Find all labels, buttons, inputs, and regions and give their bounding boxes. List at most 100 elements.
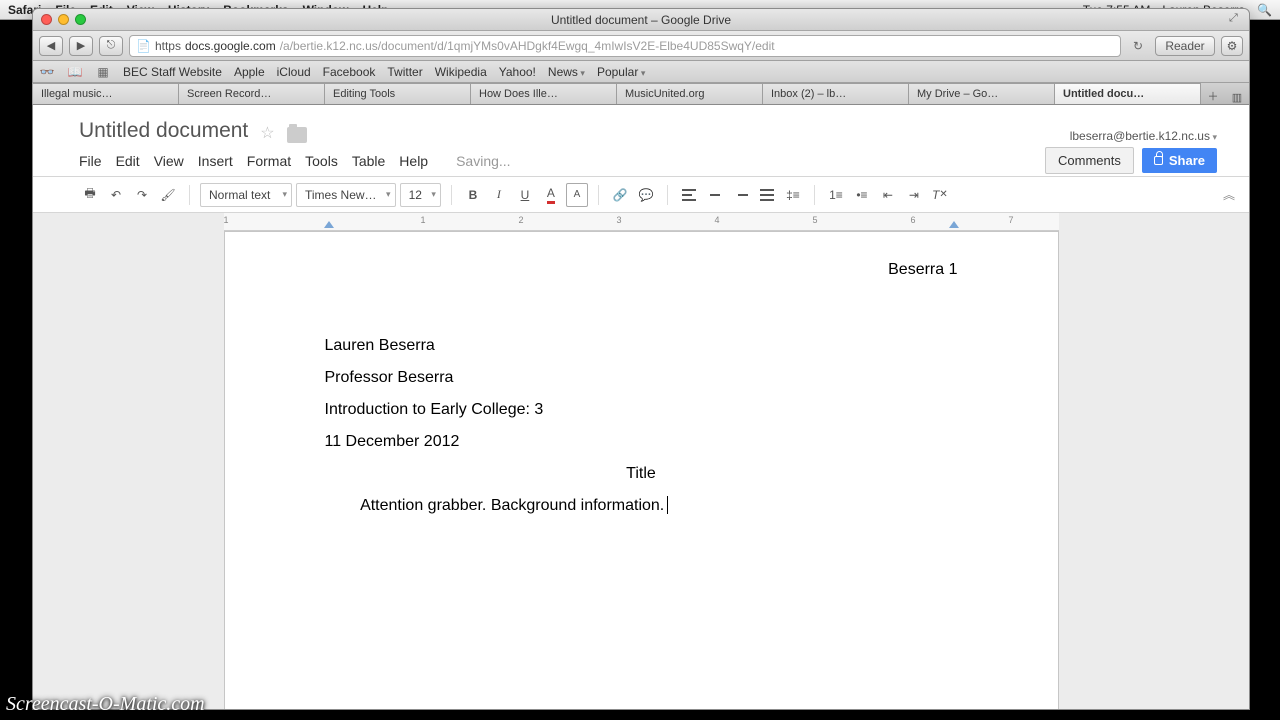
ruler-tick: 4 <box>715 215 720 225</box>
document-canvas: 1 1 2 3 4 5 6 7 Beserra 1 Lauren Beserra… <box>33 213 1249 709</box>
docs-menubar-row: File Edit View Insert Format Tools Table… <box>33 145 1249 177</box>
share-button[interactable]: ⎋ <box>99 36 123 56</box>
comment-button[interactable]: 💬 <box>635 183 657 207</box>
bookmarks-bar: 👓 📖 ▦ BEC Staff Website Apple iCloud Fac… <box>33 61 1249 83</box>
browser-tab[interactable]: My Drive – Go… <box>908 83 1055 104</box>
undo-button[interactable]: ↶ <box>105 183 127 207</box>
traffic-lights <box>33 14 86 25</box>
browser-tab-active[interactable]: Untitled docu… <box>1054 83 1201 104</box>
folder-icon[interactable] <box>287 127 307 143</box>
minimize-button[interactable] <box>58 14 69 25</box>
menu-help[interactable]: Help <box>399 153 428 169</box>
bookmark-item[interactable]: Twitter <box>387 65 422 79</box>
docs-toolbar: 🖶 ↶ ↷ 🖌 Normal text Times New… 12 B I U … <box>33 177 1249 213</box>
share-button[interactable]: Share <box>1142 148 1217 173</box>
menu-table[interactable]: Table <box>352 153 385 169</box>
url-domain: docs.google.com <box>185 39 276 53</box>
browser-tab[interactable]: MusicUnited.org <box>616 83 763 104</box>
bold-button[interactable]: B <box>462 183 484 207</box>
doc-line[interactable]: 11 December 2012 <box>325 426 958 458</box>
separator <box>814 185 815 205</box>
print-button[interactable]: 🖶 <box>79 183 101 207</box>
browser-tab[interactable]: Screen Record… <box>178 83 325 104</box>
decrease-indent-button[interactable]: ⇤ <box>877 183 899 207</box>
italic-button[interactable]: I <box>488 183 510 207</box>
address-bar: ◀ ▶ ⎋ 📄 https docs.google.com /a/bertie.… <box>33 31 1249 61</box>
document-title[interactable]: Untitled document <box>79 119 248 143</box>
menu-edit[interactable]: Edit <box>116 153 140 169</box>
bookmarks-icon[interactable]: 📖 <box>67 65 83 79</box>
link-button[interactable]: 🔗 <box>609 183 631 207</box>
star-icon[interactable]: ☆ <box>260 123 274 143</box>
bulleted-list-button[interactable]: •≡ <box>851 183 873 207</box>
browser-tab[interactable]: Inbox (2) – lb… <box>762 83 909 104</box>
menu-insert[interactable]: Insert <box>198 153 233 169</box>
fullscreen-icon[interactable]: ⤢ <box>1229 12 1243 26</box>
collapse-toolbar-button[interactable]: ︽ <box>1223 186 1235 203</box>
underline-button[interactable]: U <box>514 183 536 207</box>
doc-line[interactable]: Lauren Beserra <box>325 330 958 362</box>
bookmark-item[interactable]: BEC Staff Website <box>123 65 222 79</box>
increase-indent-button[interactable]: ⇥ <box>903 183 925 207</box>
align-right-button[interactable] <box>730 183 752 207</box>
close-button[interactable] <box>41 14 52 25</box>
align-center-button[interactable] <box>704 183 726 207</box>
browser-tab[interactable]: Editing Tools <box>324 83 471 104</box>
redo-button[interactable]: ↷ <box>131 183 153 207</box>
bookmark-item[interactable]: Wikipedia <box>435 65 487 79</box>
ruler-tick: 3 <box>617 215 622 225</box>
align-left-button[interactable] <box>678 183 700 207</box>
align-justify-button[interactable] <box>756 183 778 207</box>
right-margin-marker[interactable] <box>949 221 959 228</box>
doc-body-line[interactable]: Attention grabber. Background informatio… <box>325 490 958 522</box>
menu-format[interactable]: Format <box>247 153 291 169</box>
forward-button[interactable]: ▶ <box>69 36 93 56</box>
bookmark-item[interactable]: Yahoo! <box>499 65 536 79</box>
separator <box>598 185 599 205</box>
page-header[interactable]: Beserra 1 <box>325 254 958 286</box>
reading-list-icon[interactable]: 👓 <box>39 65 55 79</box>
doc-title-line[interactable]: Title <box>325 458 958 490</box>
left-margin-marker[interactable] <box>324 221 334 228</box>
separator <box>667 185 668 205</box>
show-all-tabs-button[interactable]: ▥ <box>1225 91 1249 104</box>
bookmark-item[interactable]: Facebook <box>323 65 376 79</box>
highlight-button[interactable]: A <box>566 183 588 207</box>
lock-icon <box>1154 156 1163 165</box>
url-field[interactable]: 📄 https docs.google.com /a/bertie.k12.nc… <box>129 35 1121 57</box>
line-spacing-button[interactable]: ‡≡ <box>782 183 804 207</box>
clear-formatting-button[interactable]: T✕ <box>929 183 951 207</box>
topsites-icon[interactable]: ▦ <box>95 65 111 79</box>
new-tab-button[interactable]: ＋ <box>1201 88 1225 104</box>
menu-file[interactable]: File <box>79 153 102 169</box>
reload-button[interactable]: ↻ <box>1127 39 1149 53</box>
zoom-button[interactable] <box>75 14 86 25</box>
bookmark-folder-news[interactable]: News <box>548 65 585 79</box>
account-email[interactable]: lbeserra@bertie.k12.nc.us <box>1070 129 1217 143</box>
spotlight-icon[interactable]: 🔍 <box>1257 3 1272 17</box>
reader-button[interactable]: Reader <box>1155 36 1215 56</box>
document-page[interactable]: Beserra 1 Lauren Beserra Professor Beser… <box>224 231 1059 709</box>
back-button[interactable]: ◀ <box>39 36 63 56</box>
font-select[interactable]: Times New… <box>296 183 396 207</box>
separator <box>189 185 190 205</box>
horizontal-ruler[interactable]: 1 1 2 3 4 5 6 7 <box>224 213 1059 231</box>
bookmark-folder-popular[interactable]: Popular <box>597 65 645 79</box>
font-size-select[interactable]: 12 <box>400 183 441 207</box>
menu-view[interactable]: View <box>154 153 184 169</box>
bookmark-item[interactable]: iCloud <box>277 65 311 79</box>
paint-format-button[interactable]: 🖌 <box>157 183 179 207</box>
doc-line[interactable]: Professor Beserra <box>325 362 958 394</box>
browser-tab[interactable]: Illegal music… <box>32 83 179 104</box>
settings-button[interactable]: ⚙ <box>1221 36 1243 56</box>
browser-tab[interactable]: How Does Ille… <box>470 83 617 104</box>
watermark: Screencast-O-Matic.com <box>6 693 205 716</box>
doc-line[interactable]: Introduction to Early College: 3 <box>325 394 958 426</box>
bookmark-item[interactable]: Apple <box>234 65 265 79</box>
menu-tools[interactable]: Tools <box>305 153 338 169</box>
text-color-button[interactable]: A <box>540 183 562 207</box>
numbered-list-button[interactable]: 1≡ <box>825 183 847 207</box>
separator <box>451 185 452 205</box>
comments-button[interactable]: Comments <box>1045 147 1134 174</box>
paragraph-style-select[interactable]: Normal text <box>200 183 292 207</box>
